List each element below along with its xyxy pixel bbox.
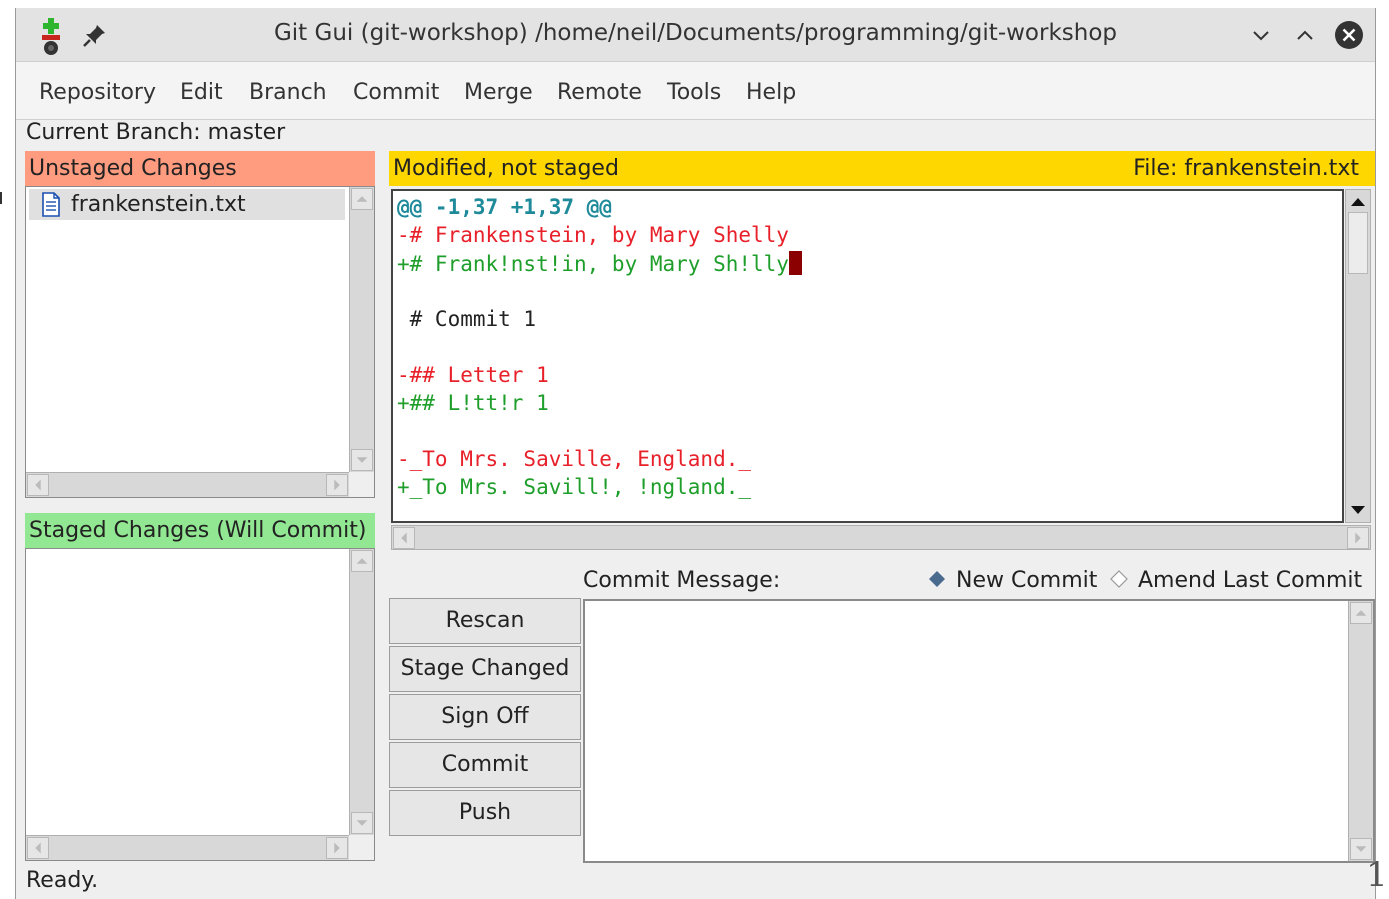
unstaged-vertical-scrollbar[interactable] [349,187,374,472]
push-button[interactable]: Push [389,790,581,836]
diff-view[interactable]: @@ -1,37 +1,37 @@ -# Frankenstein, by Ma… [391,189,1344,523]
new-commit-label: New Commit [956,568,1098,593]
edge-mark [0,192,4,204]
diff-context-line [397,419,410,443]
unstaged-file-name: frankenstein.txt [71,192,246,217]
scroll-up-arrow-icon[interactable] [1350,602,1372,624]
menu-commit[interactable]: Commit [353,80,439,105]
staged-vertical-scrollbar[interactable] [349,549,374,835]
close-icon[interactable] [1334,20,1364,50]
diff-added-line: +_To Mrs. Savill!, !ngland._ [397,475,752,499]
commit-button[interactable]: Commit [389,742,581,788]
diff-vertical-scrollbar[interactable] [1345,189,1371,523]
diff-context-line: # Commit 1 [397,307,537,331]
commit-message-label: Commit Message: [583,568,781,593]
diff-context-line [397,279,410,303]
scroll-left-arrow-icon[interactable] [393,527,415,549]
scroll-up-arrow-icon[interactable] [1346,192,1370,212]
git-gui-window: Git Gui (git-workshop) /home/neil/Docume… [15,8,1376,899]
scroll-right-arrow-icon[interactable] [326,474,348,496]
scroll-up-arrow-icon[interactable] [351,550,373,572]
corner-glyph: 1 [1366,855,1388,895]
window-title: Git Gui (git-workshop) /home/neil/Docume… [273,20,1118,46]
sign-off-button[interactable]: Sign Off [389,694,581,740]
unstaged-file-item[interactable]: frankenstein.txt [29,189,345,220]
diff-deleted-line: -_To Mrs. Saville, England._ [397,447,752,471]
diff-added-line: +## L!tt!r 1 [397,391,549,415]
menu-bar: Repository Edit Branch Commit Merge Remo… [16,62,1375,120]
stage-changed-button[interactable]: Stage Changed [389,646,581,692]
staged-changes-header: Staged Changes (Will Commit) [25,513,375,548]
scroll-right-arrow-icon[interactable] [326,837,348,859]
menu-remote[interactable]: Remote [557,80,642,105]
scroll-corner [349,472,374,497]
scroll-corner [349,835,374,860]
diff-added-line-text: +# Frank!nst!in, by Mary Sh!lly [397,252,789,276]
diff-context-line [397,335,410,359]
commit-message-input[interactable] [583,599,1375,863]
diff-status-label: Modified, not staged [393,156,619,181]
menu-branch[interactable]: Branch [249,80,327,105]
maximize-icon[interactable] [1290,20,1320,50]
unstaged-horizontal-scrollbar[interactable] [26,472,349,497]
menu-edit[interactable]: Edit [180,80,223,105]
scroll-down-arrow-icon[interactable] [351,812,373,834]
diff-deleted-line: -# Frankenstein, by Mary Shelly [397,223,789,247]
scroll-right-arrow-icon[interactable] [1347,527,1369,549]
text-file-icon [42,192,60,217]
menu-help[interactable]: Help [746,80,796,105]
title-bar[interactable]: Git Gui (git-workshop) /home/neil/Docume… [16,8,1375,62]
diff-added-line: +# Frank!nst!in, by Mary Sh!lly [397,251,802,276]
scroll-down-arrow-icon[interactable] [1346,500,1370,520]
staged-horizontal-scrollbar[interactable] [26,835,349,860]
staged-file-list[interactable] [25,548,375,861]
amend-last-commit-radio[interactable]: Amend Last Commit [1110,568,1362,593]
scroll-left-arrow-icon[interactable] [27,474,49,496]
diff-hunk-header: @@ -1,37 +1,37 @@ [397,195,612,219]
status-bar-text: Ready. [26,868,99,893]
new-commit-radio[interactable]: New Commit [928,568,1097,593]
radio-unselected-icon [1110,570,1128,588]
commit-message-scrollbar[interactable] [1348,601,1373,861]
menu-repository[interactable]: Repository [39,80,156,105]
diff-file-label: File: frankenstein.txt [1133,156,1359,181]
unstaged-file-list[interactable]: frankenstein.txt [25,186,375,498]
menu-merge[interactable]: Merge [464,80,533,105]
scroll-down-arrow-icon[interactable] [351,449,373,471]
diff-deleted-line: -## Letter 1 [397,363,549,387]
menu-tools[interactable]: Tools [667,80,721,105]
rescan-button[interactable]: Rescan [389,598,581,644]
current-branch-label: Current Branch: master [26,120,286,145]
unstaged-changes-header: Unstaged Changes [25,151,375,186]
scrollbar-thumb[interactable] [1348,212,1368,274]
radio-selected-icon [929,571,945,587]
amend-last-commit-label: Amend Last Commit [1138,568,1363,593]
scroll-left-arrow-icon[interactable] [27,837,49,859]
text-cursor [788,251,802,275]
diff-header: Modified, not staged File: frankenstein.… [389,151,1375,186]
minimize-icon[interactable] [1246,20,1276,50]
diff-horizontal-scrollbar[interactable] [391,525,1371,550]
scroll-up-arrow-icon[interactable] [351,188,373,210]
